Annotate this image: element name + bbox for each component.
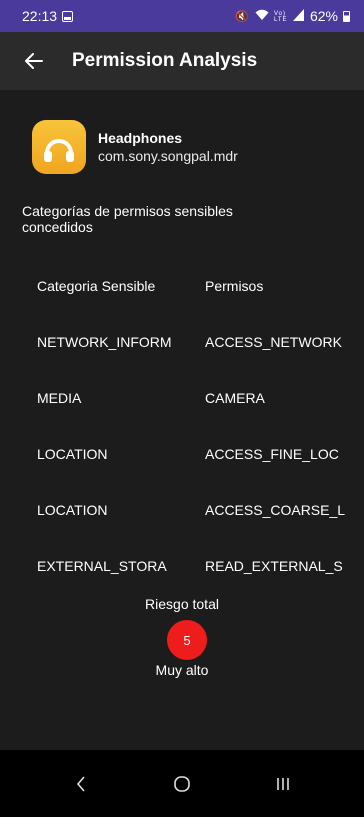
status-time: 22:13 <box>22 8 58 24</box>
back-button[interactable] <box>20 47 48 75</box>
home-nav-button[interactable] <box>162 764 202 804</box>
permission-cell: CAMERA <box>205 390 265 406</box>
table-row: MEDIA CAMERA <box>37 370 364 426</box>
category-cell: NETWORK_INFORM <box>37 334 172 350</box>
main-content: Headphones com.sony.songpal.mdr Categorí… <box>0 90 364 750</box>
status-bar: 22:13 🔇 Vo) LTE 62% <box>0 0 364 32</box>
recents-nav-button[interactable] <box>263 764 303 804</box>
permissions-table: Categoria Sensible Permisos NETWORK_INFO… <box>37 258 364 594</box>
permission-cell: ACCESS_COARSE_L <box>205 502 346 518</box>
svg-text:LTE: LTE <box>274 17 288 21</box>
page-title: Permission Analysis <box>72 50 258 71</box>
category-cell: EXTERNAL_STORA <box>37 558 167 574</box>
arrow-back-icon <box>25 53 43 69</box>
wifi-icon <box>255 9 269 24</box>
risk-score-badge: 5 <box>167 620 207 660</box>
status-left: 22:13 <box>22 8 74 24</box>
permission-cell: ACCESS_NETWORK <box>205 334 342 350</box>
risk-level: Muy alto <box>155 662 209 678</box>
section-title: Categorías de permisos sensibles concedi… <box>22 203 233 235</box>
risk-label: Riesgo total <box>145 596 219 612</box>
volte-icon: Vo) LTE <box>274 9 288 24</box>
table-row: EXTERNAL_STORA READ_EXTERNAL_S <box>37 538 364 594</box>
table-row: LOCATION ACCESS_COARSE_L <box>37 482 364 538</box>
app-package: com.sony.songpal.mdr <box>98 148 238 164</box>
back-nav-button[interactable] <box>61 764 101 804</box>
signal-icon <box>292 8 305 24</box>
table-row: NETWORK_INFORM ACCESS_NETWORK <box>37 314 364 370</box>
permission-cell: READ_EXTERNAL_S <box>205 558 343 574</box>
headphones-icon <box>32 120 86 174</box>
table-row: LOCATION ACCESS_FINE_LOC <box>37 426 364 482</box>
category-cell: LOCATION <box>37 502 108 518</box>
status-right: 🔇 Vo) LTE 62% <box>235 8 350 24</box>
home-nav-icon <box>174 775 190 792</box>
app-bar: Permission Analysis <box>0 32 364 90</box>
category-cell: LOCATION <box>37 446 108 462</box>
notification-icon <box>62 10 74 22</box>
permission-cell: ACCESS_FINE_LOC <box>205 446 339 462</box>
battery-icon <box>343 10 350 22</box>
app-name: Headphones <box>98 130 183 146</box>
mute-icon: 🔇 <box>235 10 250 23</box>
app-info: Headphones com.sony.songpal.mdr <box>98 129 238 165</box>
category-cell: MEDIA <box>37 390 82 406</box>
recents-nav-icon <box>277 777 290 790</box>
back-nav-icon <box>76 775 85 792</box>
navigation-bar <box>0 750 364 817</box>
column-header-category: Categoria Sensible <box>37 278 156 294</box>
column-header-permissions: Permisos <box>205 278 264 294</box>
table-header-row: Categoria Sensible Permisos <box>37 258 364 314</box>
battery-percent: 62% <box>309 8 338 24</box>
app-header: Headphones com.sony.songpal.mdr <box>32 120 238 174</box>
